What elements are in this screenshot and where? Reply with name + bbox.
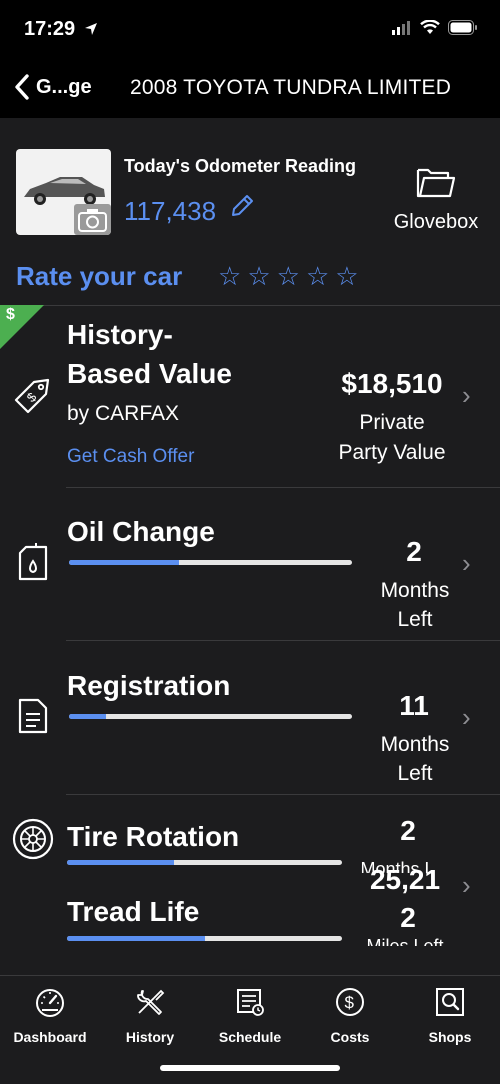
back-button[interactable]: G...ge [14, 74, 92, 100]
oil-change-progress [69, 560, 352, 565]
vehicle-dashboard: Today's Odometer Reading 117,438 Glovebo… [0, 118, 500, 975]
tire-icon [12, 818, 54, 860]
oil-change-progress-fill [69, 560, 180, 565]
carfax-label: by CARFAX [67, 402, 180, 425]
document-icon [18, 698, 48, 734]
tab-dashboard[interactable]: Dashboard [0, 986, 100, 1045]
status-icons [392, 20, 478, 35]
tire-rotation-progress-fill [67, 860, 175, 865]
status-bar: 17:29 [0, 0, 500, 60]
odometer-label: Today's Odometer Reading [124, 156, 356, 176]
star-rating[interactable]: ☆ ☆ ☆ ☆ ☆ [218, 260, 359, 292]
tab-dashboard-label: Dashboard [13, 1029, 87, 1045]
tire-rotation-title: Tire Rotation [67, 821, 240, 852]
value-title-line2: Based Value [67, 358, 232, 389]
camera-badge[interactable] [74, 204, 111, 235]
tread-life-progress [67, 936, 342, 941]
divider [66, 640, 500, 641]
oil-change-title: Oil Change [67, 516, 215, 547]
oil-can-icon [18, 543, 48, 581]
dollar-sign-icon: $ [6, 306, 15, 323]
chevron-right-icon: › [462, 380, 471, 410]
battery-icon [448, 20, 477, 35]
price-tag-icon: $ [14, 378, 50, 414]
wifi-icon [420, 20, 440, 34]
shops-icon [436, 988, 464, 1016]
car-photo[interactable] [16, 149, 111, 235]
divider [14, 305, 500, 306]
camera-icon [78, 209, 107, 232]
svg-text:$: $ [345, 993, 355, 1012]
get-cash-offer-link[interactable]: Get Cash Offer [67, 446, 194, 468]
value-sub2: Party Value [338, 441, 446, 464]
tread-life-title: Tread Life [67, 896, 200, 927]
divider [66, 794, 500, 795]
oil-change-sub2: Left [397, 608, 433, 631]
tread-life-progress-fill [67, 936, 205, 941]
tab-costs[interactable]: $ Costs [300, 986, 400, 1045]
chevron-right-icon: › [462, 548, 471, 578]
tab-schedule-label: Schedule [218, 1029, 282, 1045]
registration-sub2: Left [397, 762, 433, 785]
value-amount: $18,510 [341, 368, 443, 399]
history-icon [137, 989, 165, 1015]
tire-rotation-progress [67, 860, 342, 865]
location-arrow-icon [85, 23, 97, 35]
star-icon[interactable]: ☆ [335, 260, 358, 292]
rate-your-car[interactable]: Rate your car [16, 261, 182, 292]
home-indicator [160, 1065, 340, 1071]
registration-progress-fill [69, 714, 106, 719]
page-title: 2008 TOYOTA TUNDRA LIMITED [130, 76, 452, 99]
tread-life-overlap-value: 25,21 [369, 864, 441, 895]
tread-life-value: 2 [400, 902, 416, 933]
nav-bar: G...ge 2008 TOYOTA TUNDRA LIMITED [0, 60, 500, 118]
tab-shops-label: Shops [428, 1029, 472, 1045]
star-icon[interactable]: ☆ [277, 260, 300, 292]
star-icon[interactable]: ☆ [306, 260, 329, 292]
tread-life-sub: Miles Left [366, 936, 444, 946]
folder-icon [416, 168, 456, 198]
dashboard-icon [36, 989, 64, 1017]
chevron-right-icon: › [462, 702, 471, 732]
status-time: 17:29 [24, 18, 76, 40]
tab-shops[interactable]: Shops [400, 986, 500, 1045]
star-icon[interactable]: ☆ [247, 260, 270, 292]
tab-history[interactable]: History [100, 986, 200, 1045]
oil-change-sub1: Months [380, 579, 450, 602]
glovebox-button[interactable]: Glovebox [386, 164, 486, 234]
tire-rotation-value: 2 [400, 815, 416, 846]
back-label: G...ge [36, 75, 92, 98]
divider [66, 487, 500, 488]
pencil-icon[interactable] [228, 192, 256, 220]
star-icon[interactable]: ☆ [218, 260, 241, 292]
tab-history-label: History [125, 1029, 175, 1045]
registration-value: 11 [399, 690, 429, 721]
value-title-line1: History- [67, 319, 173, 350]
schedule-icon [237, 989, 264, 1016]
glovebox-label: Glovebox [393, 211, 479, 233]
tab-schedule[interactable]: Schedule [200, 986, 300, 1045]
registration-progress [69, 714, 352, 719]
chevron-left-icon [15, 74, 29, 100]
registration-title: Registration [67, 670, 231, 701]
tab-costs-label: Costs [330, 1029, 370, 1045]
chevron-right-icon: › [462, 870, 471, 900]
odometer-value[interactable]: 117,438 [124, 196, 216, 227]
value-sub1: Private [359, 411, 425, 434]
costs-icon: $ [336, 988, 364, 1016]
signal-icon [392, 20, 410, 35]
registration-sub1: Months [380, 733, 450, 756]
oil-change-value: 2 [406, 536, 422, 567]
